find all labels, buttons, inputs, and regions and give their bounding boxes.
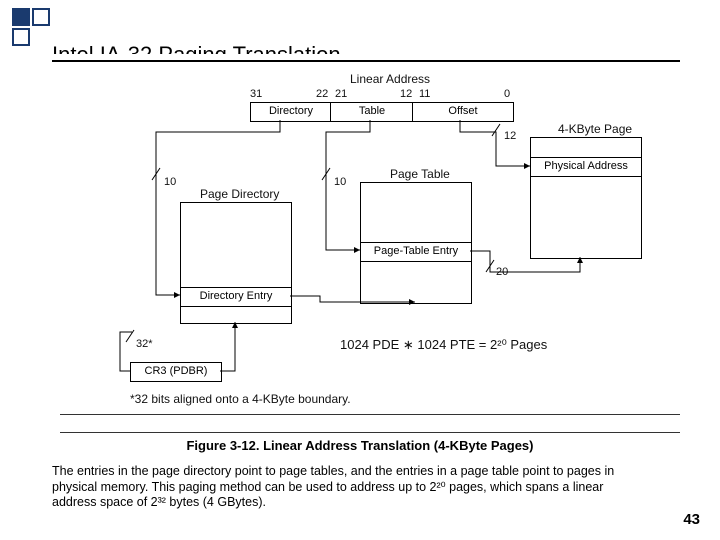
page-directory-label: Page Directory <box>200 187 279 201</box>
slash-dir-bits: 10 <box>164 176 176 188</box>
physical-address-entry: Physical Address <box>530 157 642 177</box>
bit-tick: 31 <box>250 88 262 100</box>
bit-tick: 21 <box>335 88 347 100</box>
explanatory-text: The entries in the page directory point … <box>52 464 640 511</box>
address-translation-diagram: Linear Address 31 22 21 12 11 0 Director… <box>60 72 680 433</box>
page-table-entry: Page-Table Entry <box>360 242 472 262</box>
linear-address-label: Linear Address <box>350 72 430 86</box>
page-box <box>530 137 642 259</box>
page-number: 43 <box>683 511 700 528</box>
figure-divider <box>60 414 680 415</box>
figure-caption: Figure 3-12. Linear Address Translation … <box>0 438 720 453</box>
slash-offset-bits: 12 <box>504 130 516 142</box>
page-label: 4-KByte Page <box>558 122 632 136</box>
title-divider <box>52 60 680 62</box>
field-offset: Offset <box>412 102 514 122</box>
page-table-label: Page Table <box>390 167 450 181</box>
slide-logo <box>12 8 56 44</box>
slash-cr3-bits: 32* <box>136 338 153 350</box>
bit-tick: 0 <box>504 88 510 100</box>
slide-title: Intel IA-32 Paging Translation <box>52 42 341 68</box>
slash-pte-bits: 20 <box>496 266 508 278</box>
pde-pte-equation: 1024 PDE ∗ 1024 PTE = 2²⁰ Pages <box>340 337 547 353</box>
cr3-register: CR3 (PDBR) <box>130 362 222 382</box>
field-directory: Directory <box>250 102 332 122</box>
field-table: Table <box>330 102 414 122</box>
bit-tick: 12 <box>400 88 412 100</box>
bit-tick: 11 <box>419 88 430 100</box>
alignment-footnote: *32 bits aligned onto a 4-KByte boundary… <box>130 392 351 406</box>
bit-tick: 22 <box>316 88 328 100</box>
slash-table-bits: 10 <box>334 176 346 188</box>
directory-entry: Directory Entry <box>180 287 292 307</box>
